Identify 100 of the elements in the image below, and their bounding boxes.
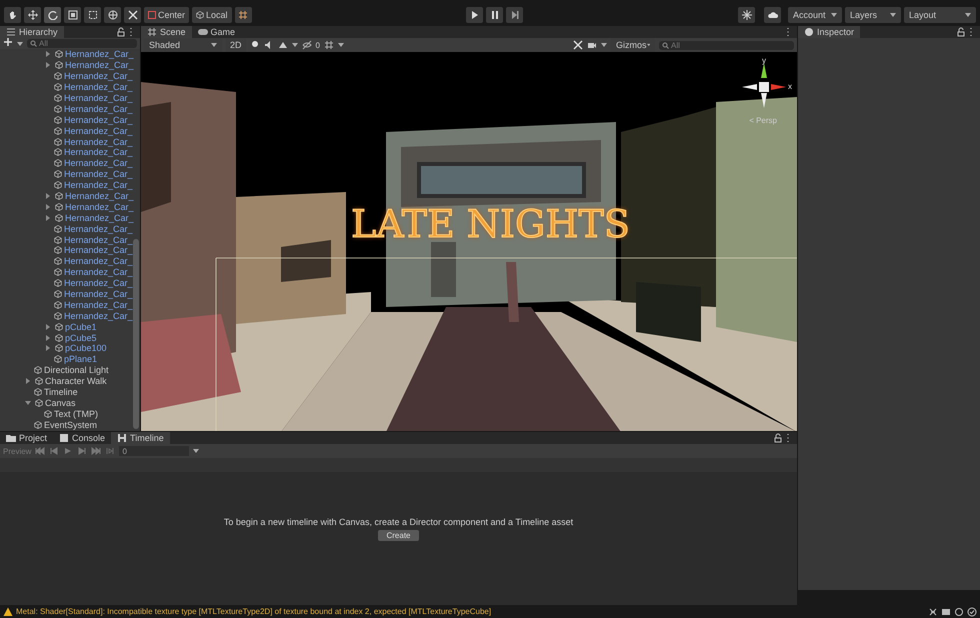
hidden-count: 0 [316,40,320,50]
hierarchy-item[interactable]: Hernandez_Car_ [0,201,140,212]
cube-icon [54,148,62,156]
expand-arrow-icon[interactable] [25,378,31,384]
expand-arrow-icon[interactable] [45,193,51,200]
scrollbar-thumb[interactable] [133,239,139,429]
play-button[interactable] [466,7,484,23]
hierarchy-item[interactable]: Hernandez_Car_ [0,234,140,246]
hierarchy-item[interactable]: Hernandez_Car_ [0,299,140,310]
hierarchy-item[interactable]: Hernandez_Car_ [0,180,140,191]
hierarchy-item[interactable]: Hernandez_Car_ [0,245,140,256]
axis-label: x [788,82,792,91]
list-icon [6,27,16,37]
view-tab[interactable]: Game [192,26,242,38]
caret-icon [338,43,344,47]
cube-icon [35,377,43,386]
hierarchy-item[interactable]: Hernandez_Car_ [0,310,140,322]
hierarchy-item[interactable]: Hernandez_Car_ [0,114,140,126]
cube-icon [55,214,63,222]
tool-button[interactable] [64,7,81,23]
panel-tab[interactable]: Project [0,432,54,444]
hierarchy-item[interactable]: pCube5 [0,332,140,344]
hierarchy-item[interactable]: Timeline [0,386,140,398]
hierarchy-item[interactable]: Hernandez_Car_ [0,212,140,224]
timeline-icon [117,433,128,443]
collapse-arrow-icon[interactable] [25,400,31,406]
last-frame-icon [91,446,102,456]
hierarchy-item[interactable]: Hernandez_Car_ [0,60,140,71]
cloud-button[interactable] [764,7,781,23]
hierarchy-item[interactable]: Hernandez_Car_ [0,168,140,180]
tool-button[interactable] [104,7,121,23]
frame-field[interactable]: 0 [119,446,190,456]
hierarchy-item[interactable]: Character Walk [0,376,140,387]
tool-button[interactable] [24,7,41,23]
space-button[interactable]: Local [192,7,232,23]
expand-arrow-icon[interactable] [45,51,51,58]
layout-dropdown[interactable]: Layout [904,7,976,23]
expand-arrow-icon[interactable] [45,62,51,68]
cube-icon [44,410,52,418]
cloud-icon [768,10,778,20]
hierarchy-tab[interactable]: Hierarchy [0,26,64,38]
snap-button[interactable] [234,7,252,23]
step-button[interactable] [506,7,524,23]
account-dropdown[interactable]: Account [788,7,842,23]
camera-icon [587,40,597,50]
search-field[interactable]: All [27,39,137,48]
hierarchy-item[interactable]: pPlane1 [0,354,140,365]
grid-icon [324,40,334,50]
hierarchy-item[interactable]: EventSystem [0,419,140,430]
cube-icon [54,170,62,178]
services-button[interactable] [738,7,755,23]
hierarchy-item[interactable]: Hernandez_Car_ [0,190,140,202]
tool-button[interactable] [84,7,101,23]
pivot-icon [148,11,156,19]
hierarchy-item[interactable]: Hernandez_Car_ [0,158,140,169]
hierarchy-item[interactable]: Hernandez_Car_ [0,256,140,267]
hierarchy-item[interactable]: Hernandez_Car_ [0,223,140,234]
expand-arrow-icon[interactable] [45,214,51,221]
panel-tab[interactable]: Console [53,432,112,444]
hierarchy-item[interactable]: Hernandez_Car_ [0,49,140,60]
view-tab[interactable]: Scene [141,26,192,38]
hierarchy-item[interactable]: Hernandez_Car_ [0,147,140,158]
hierarchy-item[interactable]: pCube1 [0,321,140,332]
hierarchy-item[interactable]: Hernandez_Car_ [0,278,140,289]
cube-icon [54,290,62,298]
hierarchy-item[interactable]: Directional Light [0,364,140,376]
hierarchy-item[interactable]: Hernandez_Car_ [0,82,140,93]
cube-icon [55,50,63,58]
tool-button[interactable] [124,7,141,23]
hierarchy-item[interactable]: Hernandez_Car_ [0,125,140,136]
expand-arrow-icon[interactable] [45,324,51,330]
expand-arrow-icon[interactable] [45,345,51,352]
status-warning[interactable]: Metal: Shader[Standard]: Incompatible texture type [MTLTextureType2D] of texture bound at index 2, expected [MTLTextureTypeCube] [16,607,492,616]
hierarchy-item[interactable]: Canvas [0,398,140,408]
tool-button[interactable] [44,7,61,23]
tool-button[interactable] [4,7,21,23]
hierarchy-item[interactable]: Hernandez_Car_ [0,103,140,114]
inspector-tab[interactable]: Inspector [798,26,860,38]
expand-arrow-icon[interactable] [45,334,51,341]
hierarchy-item[interactable]: Hernandez_Car_ [0,70,140,82]
search-field[interactable]: All [659,40,794,50]
panel-tab[interactable]: Timeline [111,432,170,444]
hierarchy-item[interactable]: Text (TMP) [0,408,140,420]
preview-button[interactable]: Preview [3,446,32,456]
create-button[interactable]: Create [378,530,418,540]
cube-icon [54,116,62,124]
cube-icon [196,11,204,19]
hierarchy-item[interactable]: pCube100 [0,343,140,354]
hierarchy-item[interactable]: Hernandez_Car_ [0,136,140,148]
hierarchy-item[interactable]: Hernandez_Car_ [0,92,140,104]
expand-arrow-icon[interactable] [45,204,51,210]
cube-icon [35,398,43,407]
next-frame-icon [77,446,88,456]
hierarchy-item[interactable]: Hernandez_Car_ [0,288,140,300]
pause-button[interactable] [486,7,504,23]
layers-dropdown[interactable]: Layers [845,7,901,23]
cube-icon [54,224,62,233]
hierarchy-item[interactable]: Hernandez_Car_ [0,266,140,278]
cube-icon [54,312,62,320]
pivot-button[interactable]: Center [144,7,190,23]
